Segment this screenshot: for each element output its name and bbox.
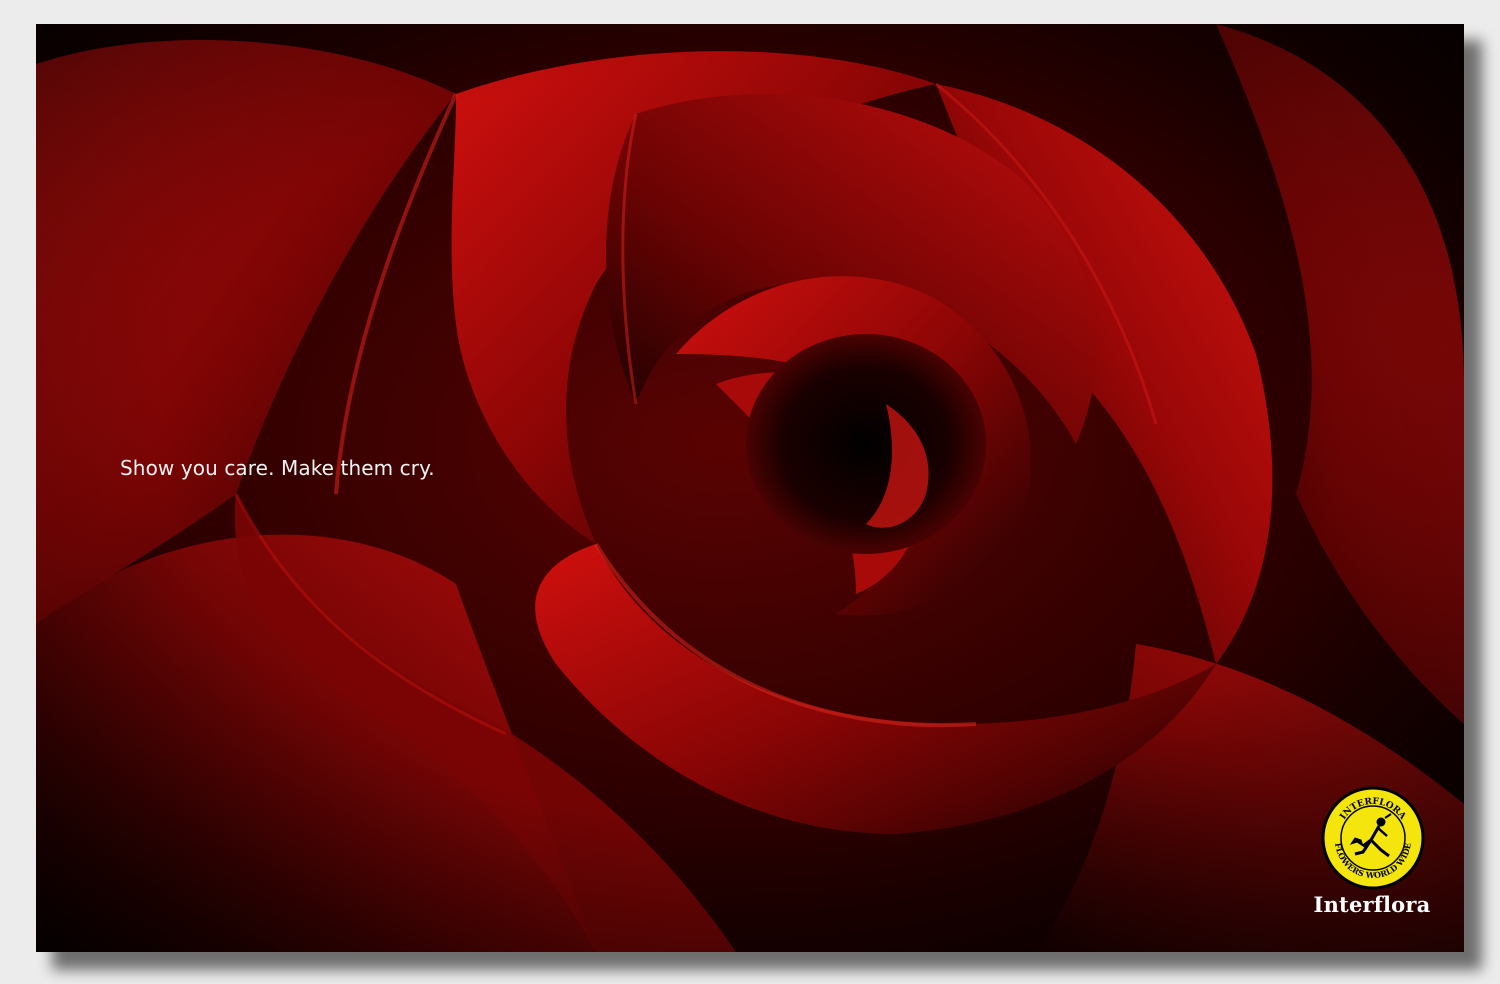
ad-tagline: Show you care. Make them cry. [120, 456, 435, 480]
ad-poster: Show you care. Make them cry. INTERFLORA… [36, 24, 1464, 952]
interflora-logo: INTERFLORA FLOWERS WORLD WIDE Interflora [1302, 786, 1442, 924]
interflora-badge-icon: INTERFLORA FLOWERS WORLD WIDE [1321, 786, 1425, 890]
rose-photo [36, 24, 1464, 952]
brand-wordmark: Interflora [1313, 892, 1431, 917]
page: Show you care. Make them cry. INTERFLORA… [0, 0, 1500, 984]
